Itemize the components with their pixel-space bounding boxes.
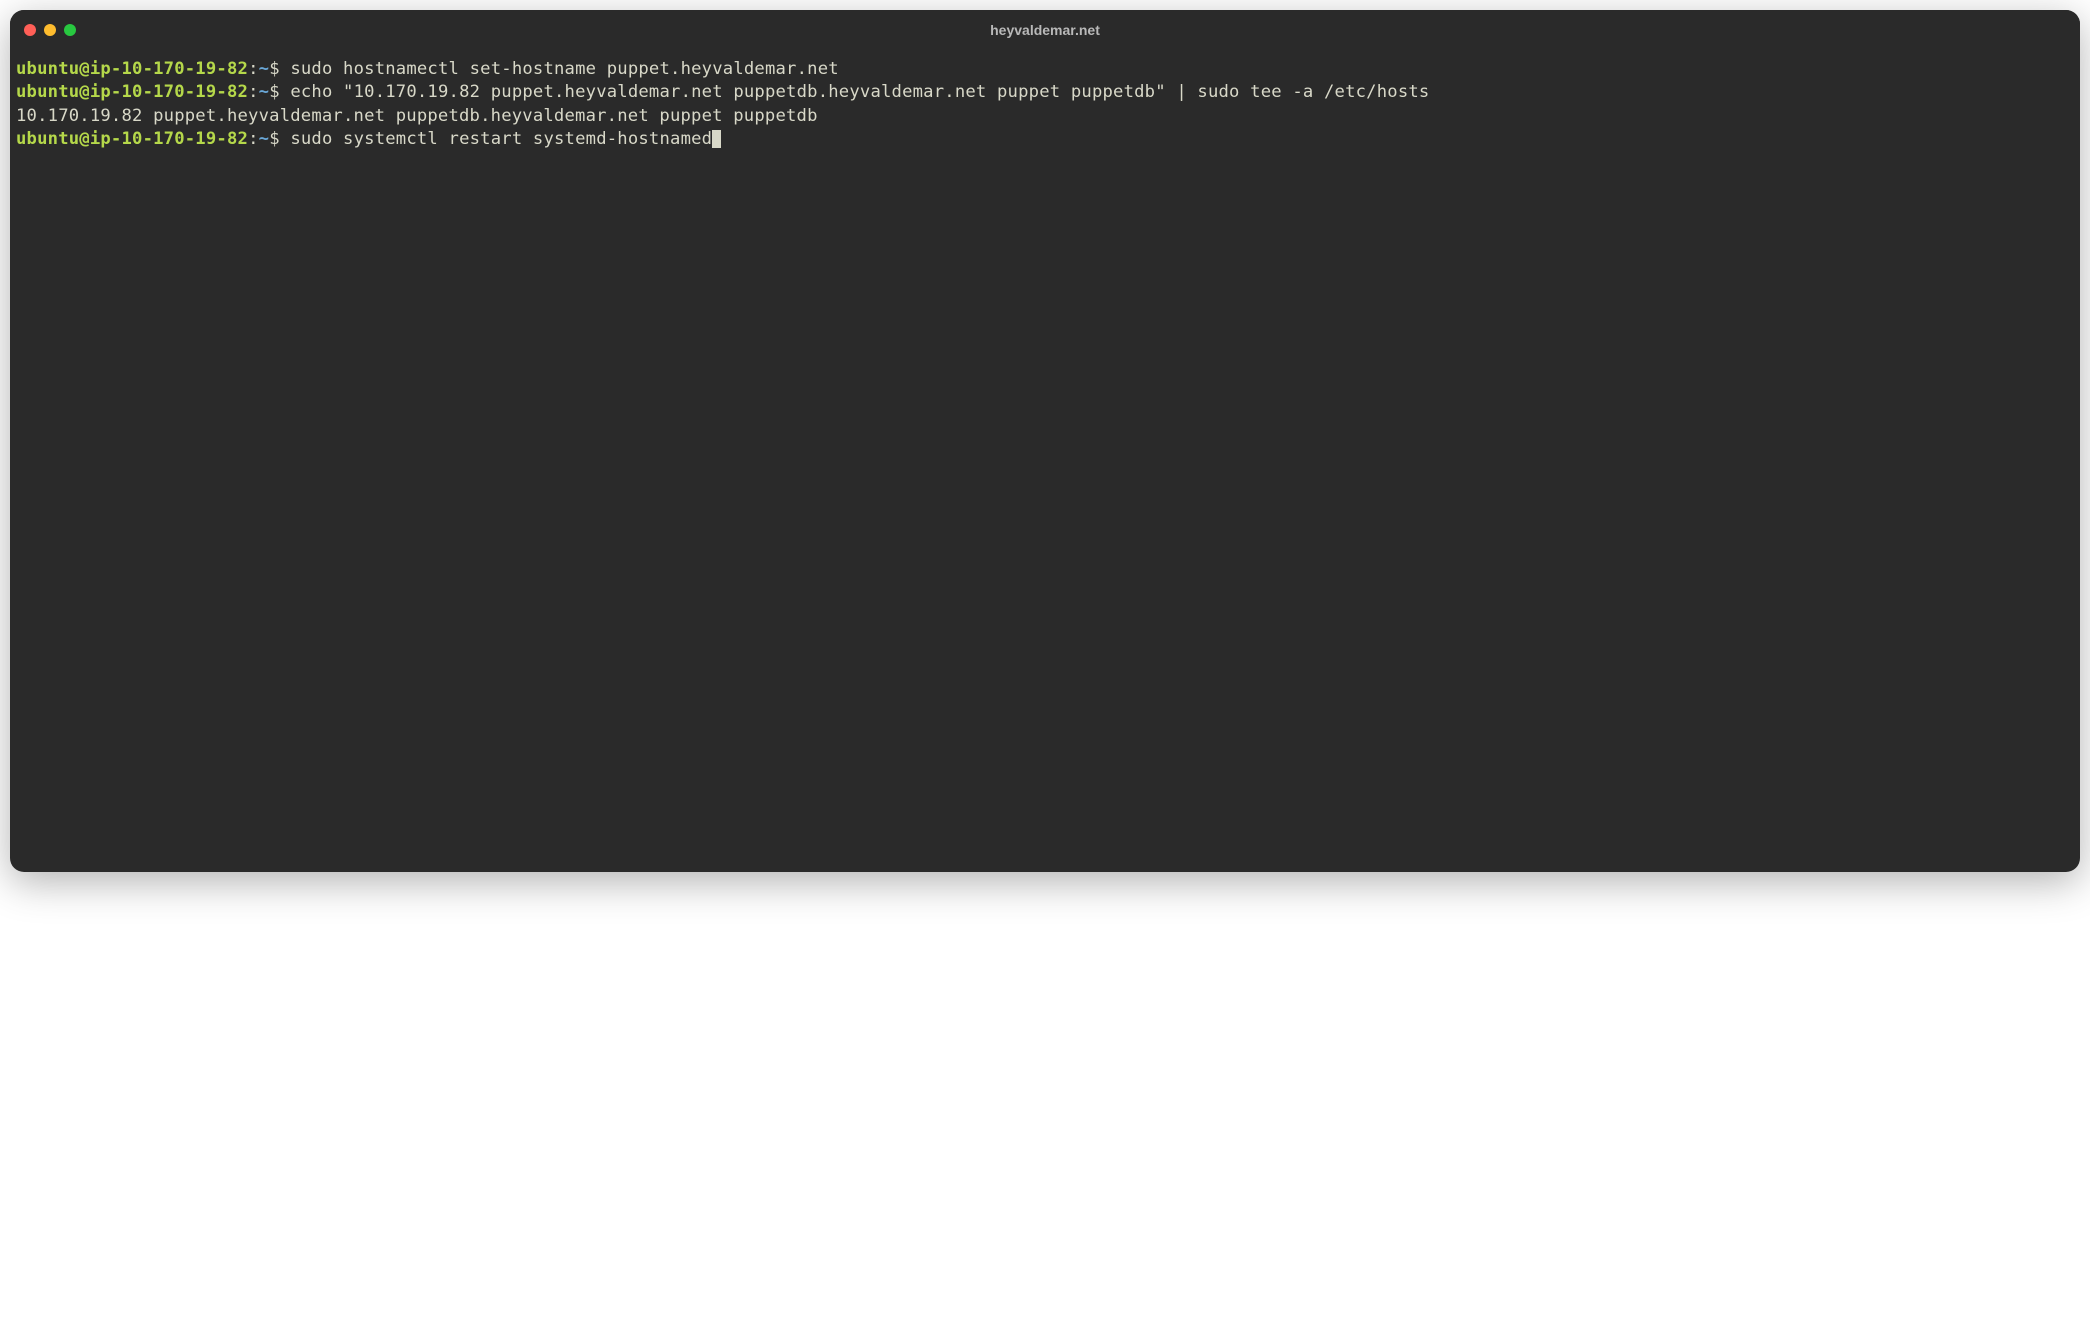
prompt-path: ~ [259,59,270,79]
prompt-dollar: $ [269,59,280,79]
terminal-window: heyvaldemar.net ubuntu@ip-10-170-19-82:~… [10,10,2080,872]
prompt-user-host: ubuntu@ip-10-170-19-82 [16,129,248,149]
terminal-body[interactable]: ubuntu@ip-10-170-19-82:~$ sudo hostnamec… [10,50,2080,872]
prompt-path: ~ [259,129,270,149]
titlebar: heyvaldemar.net [10,10,2080,50]
prompt-colon: : [248,59,259,79]
prompt-dollar: $ [269,129,280,149]
cursor [712,130,721,148]
terminal-output: 10.170.19.82 puppet.heyvaldemar.net pupp… [16,105,2074,128]
command-text: echo "10.170.19.82 puppet.heyvaldemar.ne… [290,82,1429,102]
prompt-colon: : [248,129,259,149]
command-text: sudo systemctl restart systemd-hostnamed [290,129,712,149]
prompt-user-host: ubuntu@ip-10-170-19-82 [16,59,248,79]
command-text: sudo hostnamectl set-hostname puppet.hey… [290,59,838,79]
traffic-lights [24,24,76,36]
prompt-dollar: $ [269,82,280,102]
minimize-button[interactable] [44,24,56,36]
close-button[interactable] [24,24,36,36]
prompt-colon: : [248,82,259,102]
terminal-line: ubuntu@ip-10-170-19-82:~$ sudo systemctl… [16,128,2074,151]
prompt-path: ~ [259,82,270,102]
prompt-user-host: ubuntu@ip-10-170-19-82 [16,82,248,102]
window-title: heyvaldemar.net [990,22,1100,38]
terminal-line: ubuntu@ip-10-170-19-82:~$ echo "10.170.1… [16,81,2074,104]
terminal-line: ubuntu@ip-10-170-19-82:~$ sudo hostnamec… [16,58,2074,81]
maximize-button[interactable] [64,24,76,36]
